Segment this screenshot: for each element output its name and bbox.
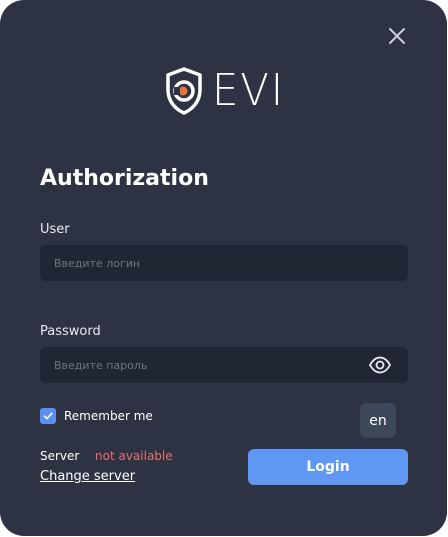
- close-button[interactable]: [386, 25, 408, 47]
- language-button[interactable]: en: [360, 403, 396, 438]
- app-logo: EVI: [164, 66, 289, 116]
- check-icon: [43, 412, 53, 420]
- remember-me-checkbox[interactable]: Remember me: [40, 408, 153, 424]
- password-label: Password: [40, 324, 101, 339]
- login-window: EVI Authorization User Password Remember…: [0, 0, 447, 536]
- password-input[interactable]: [40, 347, 408, 383]
- server-status: not available: [95, 449, 173, 463]
- show-password-button[interactable]: [368, 355, 392, 375]
- eye-icon: [369, 356, 391, 374]
- remember-me-label: Remember me: [64, 409, 153, 423]
- close-icon: [389, 28, 405, 44]
- login-button[interactable]: Login: [248, 449, 408, 485]
- shield-eye-icon: [166, 67, 202, 115]
- logo-text: EVI: [212, 65, 286, 116]
- checkbox-checked[interactable]: [40, 408, 56, 424]
- change-server-link[interactable]: Change server: [40, 469, 135, 484]
- page-title: Authorization: [40, 166, 209, 191]
- user-input[interactable]: [40, 245, 408, 281]
- server-label: Server: [40, 449, 80, 463]
- user-label: User: [40, 222, 70, 237]
